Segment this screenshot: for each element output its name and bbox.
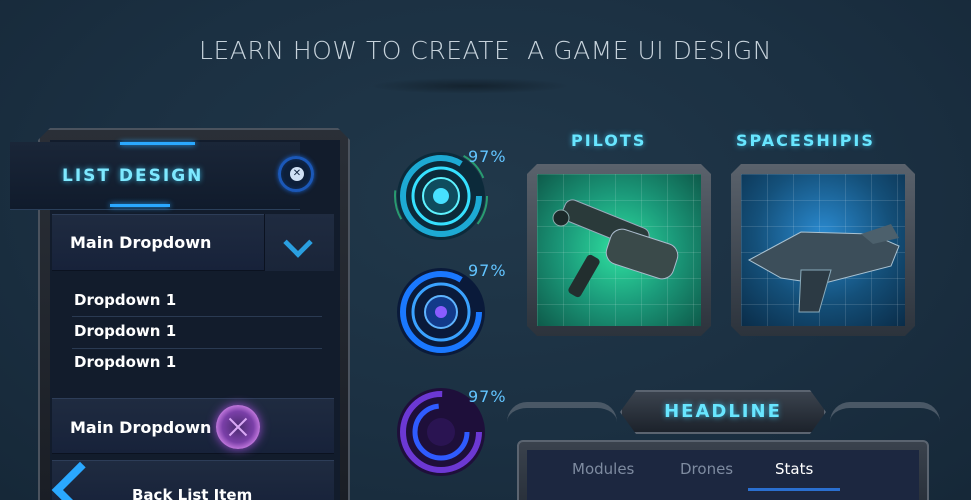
crossed-orb-icon[interactable] (216, 405, 260, 449)
progress-rings (394, 149, 488, 476)
dropdown-toggle-button[interactable] (264, 214, 334, 271)
pilots-label: PILOTS (571, 131, 647, 150)
tab-drones[interactable]: Drones (680, 460, 733, 478)
divider (72, 316, 322, 317)
sub-item-1[interactable]: Dropdown 1 (74, 291, 176, 309)
progress-label-3: 97% (468, 387, 507, 406)
back-list-item-label: Back List Item (132, 486, 253, 500)
title-shadow (370, 78, 570, 94)
header-accent-top (120, 142, 195, 145)
spaceships-card[interactable] (731, 164, 915, 336)
spaceships-label: SPACESHIPIS (736, 131, 875, 150)
chevron-down-icon (283, 228, 313, 258)
progress-label-1: 97% (468, 147, 507, 166)
tab-stats[interactable]: Stats (775, 460, 813, 478)
spaceship-image (747, 224, 900, 313)
main-dropdown-2-label: Main Dropdown (70, 418, 212, 437)
main-dropdown-1-label: Main Dropdown (70, 233, 212, 252)
progress-ring-blue (397, 268, 485, 356)
active-tab-indicator (748, 488, 840, 491)
close-button[interactable]: ✕ (278, 156, 314, 192)
close-x-icon: ✕ (290, 167, 304, 181)
pilot-ship-image (552, 199, 679, 298)
headline-title: HEADLINE (664, 401, 782, 422)
sub-item-2[interactable]: Dropdown 1 (74, 322, 176, 340)
list-panel-title: LIST DESIGN (62, 166, 204, 186)
page-title: LEARN HOW TO CREATE A GAME UI DESIGN (199, 36, 772, 65)
pilots-card[interactable] (527, 164, 711, 336)
sub-item-3[interactable]: Dropdown 1 (74, 353, 176, 371)
progress-label-2: 97% (468, 261, 507, 280)
header-accent-bottom (110, 204, 170, 207)
divider (72, 348, 322, 349)
tab-modules[interactable]: Modules (572, 460, 634, 478)
